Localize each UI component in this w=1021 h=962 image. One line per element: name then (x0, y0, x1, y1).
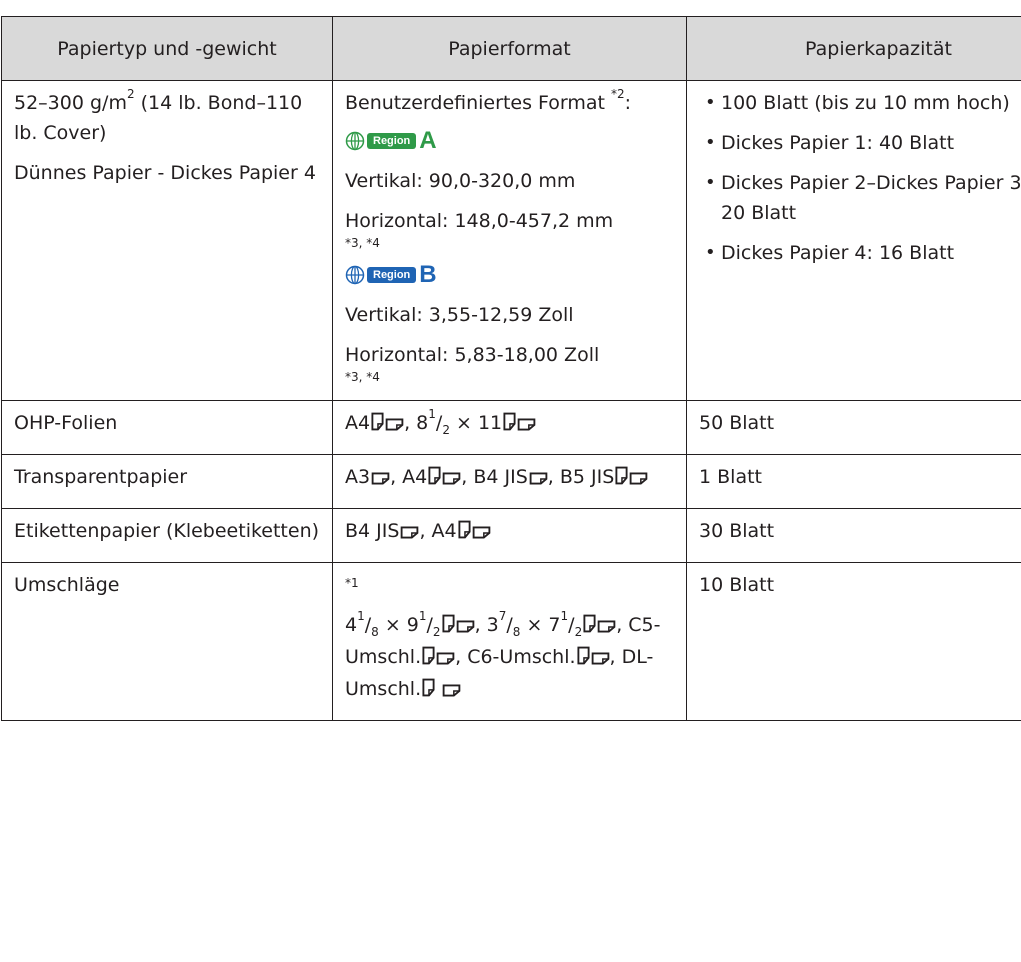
cell-paper-format: Benutzerdefiniertes Format *2: Region A … (332, 80, 687, 401)
paper-spec-table: Papiertyp und -gewicht Papierformat Papi… (1, 16, 1021, 721)
region-b-label: Region (367, 267, 417, 283)
landscape-feed-icon (517, 410, 536, 440)
cell-paper-type: Umschläge (1, 562, 333, 721)
list-item: Dickes Papier 2–Dickes Papier 3: 20 Blat… (705, 168, 1021, 228)
portrait-feed-icon (503, 410, 516, 440)
globe-icon (345, 131, 365, 151)
region-a-letter: A (419, 127, 437, 154)
region-b-badge: Region B (345, 262, 674, 288)
portrait-feed-icon (615, 464, 628, 494)
table-row: Transparentpapier A3, A4, B4 JIS, B5 JIS… (1, 454, 1021, 509)
portrait-feed-icon (442, 612, 455, 642)
landscape-feed-icon (456, 612, 475, 642)
portrait-feed-icon (371, 410, 384, 440)
landscape-feed-icon (385, 410, 404, 440)
region-b-horizontal: Horizontal: 5,83-18,00 Zoll *3, *4 (345, 340, 674, 386)
landscape-feed-icon (529, 464, 548, 494)
table-row: Umschläge *1 41/8 × 91/2, 37/8 × 71/2, C… (1, 562, 1021, 721)
cell-paper-capacity: 10 Blatt (686, 562, 1021, 721)
region-b-vertical: Vertikal: 3,55-12,59 Zoll (345, 304, 574, 326)
paper-thickness-text: Dünnes Papier - Dickes Papier 4 (14, 162, 316, 184)
region-a-badge: Region A (345, 128, 674, 154)
portrait-feed-icon (458, 518, 471, 548)
landscape-feed-icon (597, 612, 616, 642)
portrait-feed-icon (422, 644, 435, 674)
cell-paper-capacity: 50 Blatt (686, 400, 1021, 455)
region-a-vertical: Vertikal: 90,0-320,0 mm (345, 170, 576, 192)
cell-paper-format: A3, A4, B4 JIS, B5 JIS (332, 454, 687, 509)
table-row: 52–300 g/m2 (14 lb. Bond–110 lb. Cover) … (1, 80, 1021, 401)
cell-paper-capacity: 1 Blatt (686, 454, 1021, 509)
paper-weight-text: 52–300 g/m2 (14 lb. Bond–110 lb. Cover) (14, 87, 303, 144)
table-row: OHP-Folien A4, 81/2 × 11 50 Blatt (1, 400, 1021, 455)
globe-icon (345, 265, 365, 285)
cell-paper-format: A4, 81/2 × 11 (332, 400, 687, 455)
custom-format-text: Benutzerdefiniertes Format *2: (345, 87, 632, 114)
cell-paper-capacity: 30 Blatt (686, 508, 1021, 563)
landscape-feed-icon (436, 644, 455, 674)
list-item: 100 Blatt (bis zu 10 mm hoch) (705, 88, 1021, 118)
landscape-feed-icon (442, 676, 461, 706)
header-paper-capacity: Papierkapazität (686, 16, 1021, 81)
cell-paper-format: *1 41/8 × 91/2, 37/8 × 71/2, C5-Umschl.,… (332, 562, 687, 721)
region-a-footnote: *3, *4 (345, 236, 380, 250)
cell-paper-type: Transparentpapier (1, 454, 333, 509)
portrait-feed-icon (583, 612, 596, 642)
cell-paper-format: B4 JIS, A4 (332, 508, 687, 563)
capacity-list: 100 Blatt (bis zu 10 mm hoch) Dickes Pap… (699, 88, 1021, 268)
list-item: Dickes Papier 1: 40 Blatt (705, 128, 1021, 158)
list-item: Dickes Papier 4: 16 Blatt (705, 238, 1021, 268)
header-paper-format: Papierformat (332, 16, 687, 81)
region-a-label: Region (367, 133, 417, 149)
landscape-feed-icon (400, 518, 419, 548)
envelope-footnote: *1 (345, 576, 359, 590)
landscape-feed-icon (629, 464, 648, 494)
landscape-feed-icon (591, 644, 610, 674)
header-paper-type: Papiertyp und -gewicht (1, 16, 333, 81)
table-header-row: Papiertyp und -gewicht Papierformat Papi… (1, 16, 1021, 81)
envelope-formats: 41/8 × 91/2, 37/8 × 71/2, C5-Umschl., C6… (345, 609, 674, 706)
landscape-feed-icon (442, 464, 461, 494)
table-row: Etikettenpapier (Klebeetiketten) B4 JIS,… (1, 508, 1021, 563)
cell-paper-type: 52–300 g/m2 (14 lb. Bond–110 lb. Cover) … (1, 80, 333, 401)
cell-paper-capacity: 100 Blatt (bis zu 10 mm hoch) Dickes Pap… (686, 80, 1021, 401)
portrait-feed-icon (577, 644, 590, 674)
region-b-letter: B (419, 261, 437, 288)
cell-paper-type: OHP-Folien (1, 400, 333, 455)
portrait-feed-icon (428, 464, 441, 494)
region-b-footnote: *3, *4 (345, 370, 380, 384)
region-a-horizontal: Horizontal: 148,0-457,2 mm *3, *4 (345, 206, 674, 252)
landscape-feed-icon (472, 518, 491, 548)
landscape-feed-icon (371, 464, 390, 494)
portrait-feed-icon (422, 676, 435, 706)
cell-paper-type: Etikettenpapier (Klebeetiketten) (1, 508, 333, 563)
